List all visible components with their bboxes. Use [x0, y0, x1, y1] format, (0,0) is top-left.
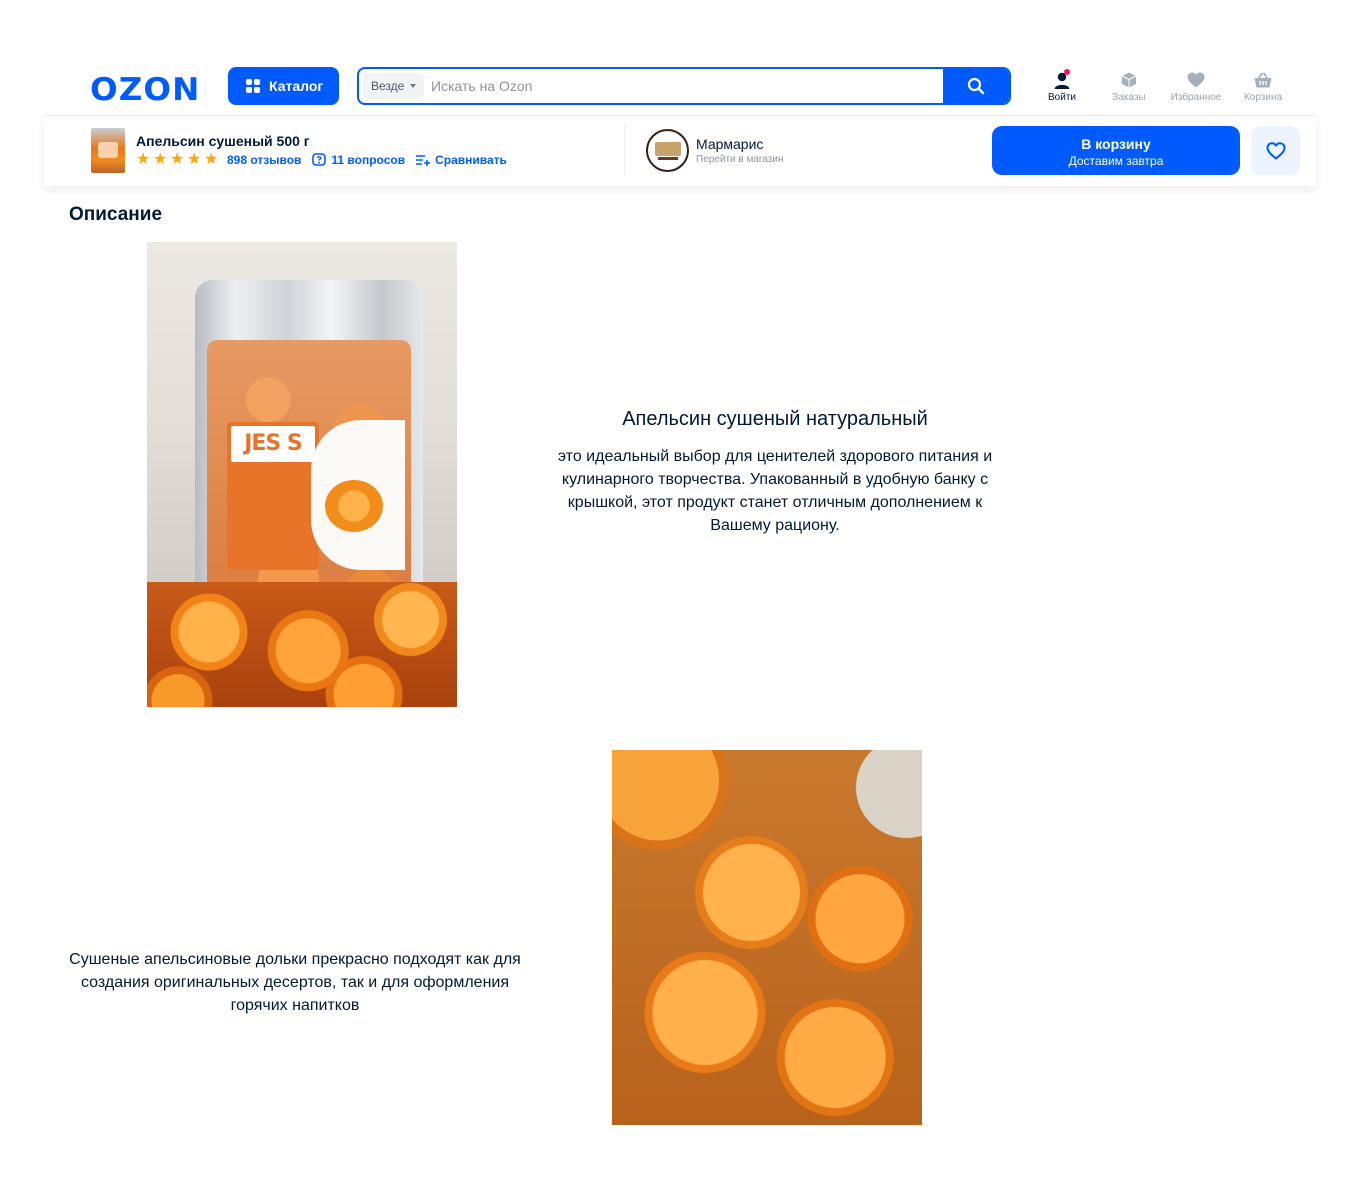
product-sticky-bar: Апельсин сушеный 500 г ★ ★ ★ ★ ★ 898 отз…: [44, 116, 1316, 186]
nav-login-label: Войти: [1048, 92, 1076, 103]
grid-icon: [246, 79, 260, 93]
heart-outline-icon: [1265, 141, 1286, 160]
star-icon: ★: [187, 151, 202, 168]
ozon-logo[interactable]: OZON: [90, 72, 200, 108]
compare-link[interactable]: Сравнивать: [416, 153, 507, 167]
description-text-1: это идеальный выбор для ценителей здоров…: [557, 448, 993, 534]
site-header: OZON Каталог Везде Войти: [44, 60, 1316, 116]
nav-orders-label: Заказы: [1112, 92, 1146, 103]
star-icon: ★: [136, 151, 151, 168]
compare-label: Сравнивать: [435, 152, 507, 167]
description-heading: Апельсин сушеный натуральный: [622, 408, 928, 430]
star-icon: ★: [204, 151, 219, 168]
nav-cart-label: Корзина: [1243, 92, 1283, 103]
reviews-link[interactable]: 898 отзывов: [227, 153, 301, 167]
delivery-label: Доставим завтра: [1068, 154, 1164, 168]
catalog-button[interactable]: Каталог: [228, 67, 339, 105]
search-button[interactable]: [943, 69, 1009, 103]
description-block-1: Апельсин сушеный натуральный это идеальн…: [540, 408, 1010, 537]
chevron-down-icon: [410, 84, 417, 88]
product-thumbnail[interactable]: [91, 128, 125, 173]
product-package-image: JES S: [147, 242, 457, 707]
seller-name[interactable]: Мармарис: [696, 136, 763, 152]
add-to-cart-button[interactable]: В корзину Доставим завтра: [992, 126, 1240, 175]
question-icon: [312, 152, 327, 166]
nav-cart[interactable]: Корзина: [1230, 71, 1296, 103]
catalog-label: Каталог: [269, 78, 324, 94]
orange-slices-pile: [147, 582, 457, 707]
star-icon: ★: [153, 151, 168, 168]
rating-stars[interactable]: ★ ★ ★ ★ ★: [136, 151, 219, 168]
product-meta: ★ ★ ★ ★ ★ 898 отзывов 11 вопросов Сравни…: [136, 151, 518, 168]
questions-label: 11 вопросов: [331, 152, 406, 167]
orange-illustration: [325, 480, 383, 532]
search-scope-label: Везде: [371, 79, 405, 93]
nav-login[interactable]: Войти: [1029, 69, 1095, 103]
seller-logo[interactable]: [646, 129, 689, 172]
description-title: Описание: [69, 204, 163, 225]
search-input[interactable]: [431, 73, 931, 99]
search-bar: Везде: [357, 67, 1011, 105]
add-to-favorites-button[interactable]: [1251, 126, 1300, 175]
description-text-2: Сушеные апельсиновые дольки прекрасно по…: [69, 951, 521, 1014]
orange-slices-image: [612, 750, 922, 1125]
basket-icon: [1254, 72, 1272, 88]
package-brand: JES S: [231, 426, 315, 462]
divider: [624, 125, 625, 175]
star-icon: ★: [170, 151, 185, 168]
heart-icon: [1187, 72, 1205, 88]
nav-orders[interactable]: Заказы: [1096, 71, 1162, 103]
nav-favorites-label: Избранное: [1170, 92, 1222, 103]
product-title: Апельсин сушеный 500 г: [136, 133, 310, 149]
search-scope-select[interactable]: Везде: [363, 73, 425, 99]
notification-dot: [1064, 69, 1070, 75]
box-icon: [1121, 72, 1137, 88]
compare-icon: [416, 154, 431, 166]
go-to-store-link[interactable]: Перейти в магазин: [696, 154, 784, 165]
nav-favorites[interactable]: Избранное: [1163, 71, 1229, 103]
add-to-cart-label: В корзину: [1081, 136, 1151, 152]
search-icon: [967, 77, 985, 95]
questions-link[interactable]: 11 вопросов: [312, 153, 405, 167]
